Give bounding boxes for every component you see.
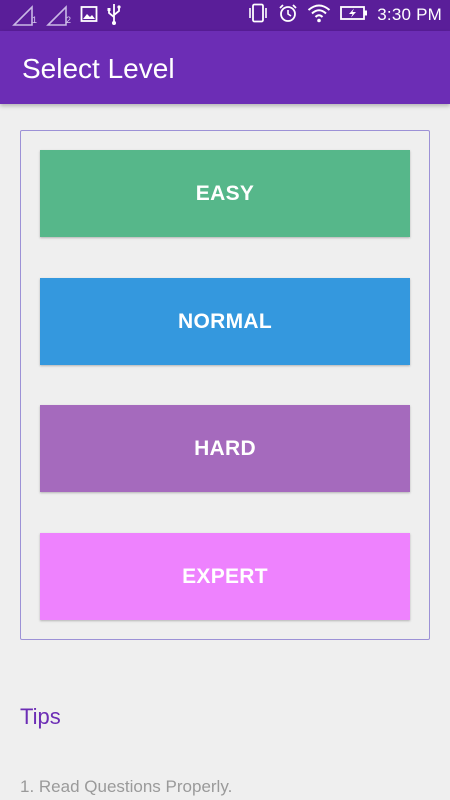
wifi-icon: [307, 3, 331, 27]
app-bar: Select Level: [0, 31, 450, 104]
easy-button[interactable]: EASY: [40, 150, 410, 237]
sim2-label: 2: [66, 15, 72, 25]
tip-item: 1. Read Questions Properly.: [20, 777, 233, 796]
expert-button[interactable]: EXPERT: [40, 533, 410, 620]
hard-button[interactable]: HARD: [40, 405, 410, 492]
sim1-label: 1: [32, 15, 38, 25]
level-card: EASY NORMAL HARD EXPERT: [20, 130, 430, 640]
hard-button-label: HARD: [194, 436, 256, 460]
status-bar-left: 1 2: [12, 4, 122, 28]
status-bar: 1 2 3:30 PM: [0, 0, 450, 31]
vibrate-icon: [247, 3, 269, 27]
image-notification-icon: [80, 5, 98, 27]
page-title: Select Level: [22, 53, 175, 84]
status-bar-right: 3:30 PM: [247, 3, 442, 27]
signal-sim1-icon: 1: [12, 5, 38, 27]
expert-button-label: EXPERT: [182, 564, 268, 588]
battery-charging-icon: [340, 5, 368, 25]
tips-title: Tips: [20, 704, 61, 729]
normal-button[interactable]: NORMAL: [40, 278, 410, 365]
normal-button-label: NORMAL: [178, 309, 272, 333]
signal-sim2-icon: 2: [46, 5, 72, 27]
alarm-icon: [278, 3, 298, 27]
status-time: 3:30 PM: [377, 5, 442, 24]
easy-button-label: EASY: [195, 181, 255, 205]
usb-icon: [106, 3, 122, 29]
